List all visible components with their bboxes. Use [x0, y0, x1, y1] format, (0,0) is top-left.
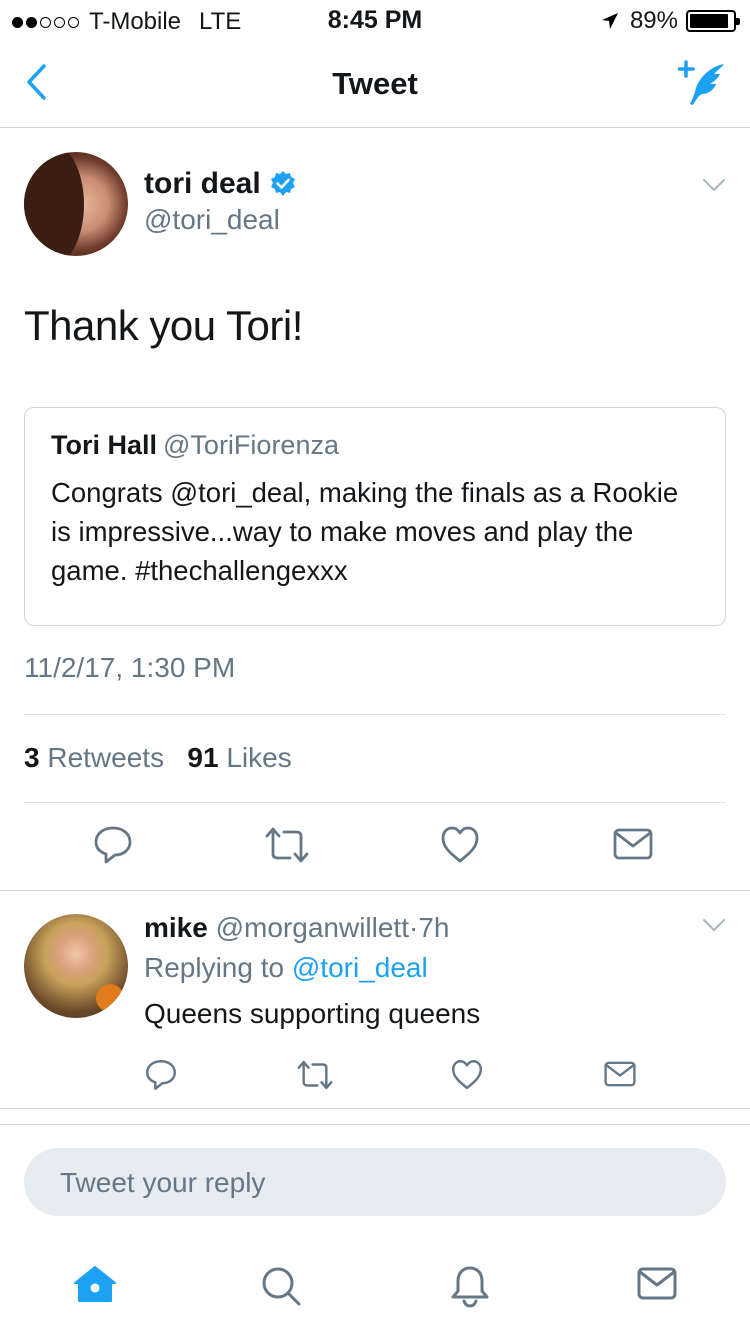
chevron-down-icon [703, 919, 725, 931]
reply-button[interactable] [144, 1058, 178, 1097]
like-button[interactable] [450, 1058, 484, 1097]
reply-author-name[interactable]: mike [144, 912, 208, 943]
reply-input[interactable]: Tweet your reply [24, 1148, 726, 1216]
quoted-tweet-text: Congrats @tori_deal, making the finals a… [51, 477, 679, 586]
reply-text: Queens supporting queens [144, 998, 481, 1029]
replying-to-link[interactable]: @tori_deal [292, 952, 428, 983]
retweet-icon [297, 1060, 333, 1090]
author-name[interactable]: tori deal [144, 167, 261, 201]
tweet-actions [0, 824, 750, 870]
reply-icon [94, 826, 132, 864]
like-button[interactable] [439, 824, 481, 871]
verified-badge-icon [270, 171, 295, 196]
reply-icon [146, 1060, 176, 1090]
retweet-button[interactable] [264, 824, 310, 871]
compose-tweet-icon [677, 60, 724, 105]
home-icon [74, 1266, 116, 1302]
retweets-count: 3 [24, 742, 40, 773]
battery-percent: 89% [629, 7, 678, 34]
retweet-icon [265, 827, 309, 863]
compose-tweet-button[interactable] [677, 58, 728, 115]
chevron-down-icon [703, 179, 725, 191]
retweets-stat[interactable]: 3 Retweets [24, 742, 164, 773]
battery-icon [686, 10, 740, 32]
section-divider [0, 1124, 750, 1125]
likes-count: 91 [187, 742, 219, 773]
author-handle[interactable]: @tori_deal [144, 204, 280, 236]
page-title: Tweet [332, 66, 418, 101]
divider [24, 802, 726, 803]
tweet-text: Thank you Tori! [24, 302, 303, 349]
quoted-author-handle: @ToriFiorenza [163, 430, 339, 460]
tab-search[interactable] [259, 1264, 303, 1313]
tab-home[interactable] [72, 1264, 118, 1309]
reply-input-placeholder: Tweet your reply [60, 1167, 266, 1198]
search-icon [262, 1267, 301, 1306]
reply-options-button[interactable] [702, 918, 726, 937]
quoted-tweet[interactable]: Tori Hall @ToriFiorenza Congrats @tori_de… [24, 407, 726, 626]
retweet-button[interactable] [296, 1058, 334, 1097]
avatar[interactable] [24, 914, 128, 1018]
avatar[interactable] [24, 152, 128, 256]
tweet-timestamp: 11/2/17, 1:30 PM [24, 652, 236, 683]
retweets-label: Retweets [47, 742, 165, 773]
location-arrow-icon [601, 13, 618, 29]
reply-time: 7h [418, 912, 450, 943]
tab-notifications[interactable] [449, 1264, 491, 1313]
tweet-author: tori deal @tori_deal [24, 152, 726, 258]
separator: · [408, 912, 419, 943]
bell-icon [451, 1266, 489, 1308]
reply-author-handle[interactable]: @morganwillett [216, 912, 409, 943]
direct-message-button[interactable] [612, 824, 654, 869]
likes-label: Likes [226, 742, 292, 773]
navigation-bar: Tweet [0, 40, 750, 128]
quoted-author-name: Tori Hall [51, 430, 158, 460]
envelope-icon [637, 1267, 677, 1300]
section-divider [0, 1108, 750, 1109]
envelope-icon [613, 828, 653, 860]
direct-message-button[interactable] [603, 1058, 637, 1095]
heart-icon [452, 1060, 482, 1090]
divider [24, 714, 726, 715]
status-bar: T-Mobile LTE 8:45 PM 89% [0, 0, 750, 40]
tab-messages[interactable] [636, 1264, 678, 1309]
reply-tweet[interactable]: mike @morganwillett·7h Replying to @tori… [0, 890, 750, 1110]
replying-to-label: Replying to [144, 952, 285, 983]
reply-button[interactable] [92, 824, 134, 871]
engagement-stats: 3 Retweets 91 Likes [24, 742, 292, 774]
envelope-icon [604, 1061, 636, 1087]
tweet-options-button[interactable] [702, 178, 726, 197]
likes-stat[interactable]: 91 Likes [187, 742, 291, 773]
heart-icon [441, 826, 479, 863]
